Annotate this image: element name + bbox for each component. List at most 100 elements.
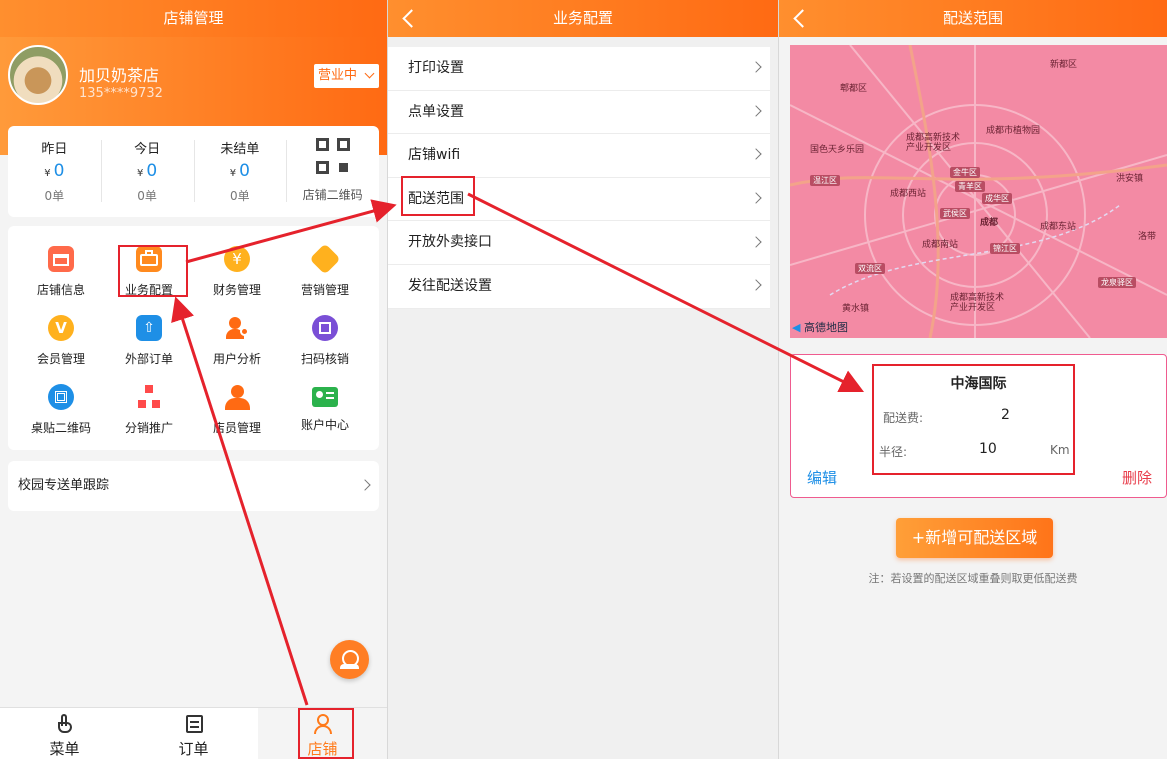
grid-item-table-qr[interactable]: 桌贴二维码 xyxy=(17,384,105,436)
grid-item-account-center[interactable]: 账户中心 xyxy=(281,384,369,433)
stat-title: 未结单 xyxy=(220,142,260,157)
grid-label: 桌贴二维码 xyxy=(30,421,91,435)
business-config-screen: 业务配置 打印设置 点单设置 店铺wifi 配送范围 开放外卖接口 发往配送设置 xyxy=(388,0,778,759)
stat-yesterday[interactable]: 昨日 ¥0 0单 xyxy=(8,126,101,217)
tab-orders[interactable]: 订单 xyxy=(129,708,258,759)
store-management-screen: 店铺管理 加贝奶茶店 135****9732 营业中 昨日 ¥0 0单 今日 ¥… xyxy=(0,0,387,759)
vip-badge-icon: V xyxy=(48,315,74,341)
map-district-badge: 成华区 xyxy=(982,193,1012,204)
map-label: 成都高新技术产业开发区 xyxy=(950,293,1005,313)
grid-label: 营销管理 xyxy=(300,283,349,297)
grid-label: 扫码核销 xyxy=(300,352,349,366)
stats-card: 昨日 ¥0 0单 今日 ¥0 0单 未结单 ¥0 0单 店铺二维码 xyxy=(8,126,379,217)
map-district-badge: 双流区 xyxy=(855,263,885,274)
edit-button[interactable]: 编辑 xyxy=(807,467,837,488)
map-district-badge: 武侯区 xyxy=(940,208,970,219)
map-district-badge: 锦江区 xyxy=(990,243,1020,254)
chevron-right-icon xyxy=(359,479,371,491)
stat-count: 0单 xyxy=(230,189,250,203)
customer-service-button[interactable] xyxy=(330,640,369,679)
add-delivery-zone-button[interactable]: +新增可配送区域 xyxy=(896,518,1053,558)
stat-unsettled[interactable]: 未结单 ¥0 0单 xyxy=(193,126,287,217)
chevron-right-icon xyxy=(750,61,762,73)
grid-label: 账户中心 xyxy=(300,418,349,432)
map-label: 国色天乡乐园 xyxy=(810,145,865,155)
map-label: 成都高新技术产业开发区 xyxy=(906,133,961,153)
menu-item-order-settings[interactable]: 点单设置 xyxy=(388,91,770,135)
stat-value: 0 xyxy=(146,161,158,181)
back-icon[interactable] xyxy=(791,0,811,37)
shop-name: 加贝奶茶店 xyxy=(79,66,160,85)
stat-today[interactable]: 今日 ¥0 0单 xyxy=(100,126,194,217)
currency-symbol: ¥ xyxy=(44,168,51,179)
delete-button[interactable]: 删除 xyxy=(1122,467,1152,488)
qr-code-icon xyxy=(48,384,74,410)
scan-icon xyxy=(312,315,338,341)
delivery-zone-map[interactable]: 郫都区 新都区 成都市植物园 国色天乡乐园 成都高新技术产业开发区 温江区 成都… xyxy=(790,45,1167,338)
store-qr-code-button[interactable]: 店铺二维码 xyxy=(286,126,379,217)
grid-item-store-info[interactable]: 店铺信息 xyxy=(17,246,105,298)
grid-label: 外部订单 xyxy=(124,352,173,366)
grid-item-user-analysis[interactable]: 用户分析 xyxy=(193,315,281,367)
business-status-select[interactable]: 营业中 xyxy=(314,64,379,88)
menu-label: 点单设置 xyxy=(408,103,464,120)
grid-item-distribution[interactable]: 分销推广 xyxy=(105,384,193,436)
map-label: 郫都区 xyxy=(840,84,868,94)
menu-label: 打印设置 xyxy=(408,60,464,76)
page-title-text: 配送范围 xyxy=(942,9,1003,27)
map-label: 成都东站 xyxy=(1040,222,1077,232)
grid-label: 用户分析 xyxy=(212,352,261,366)
grid-item-marketing[interactable]: 营销管理 xyxy=(281,243,369,298)
status-label: 营业中 xyxy=(318,68,358,83)
grid-item-staff[interactable]: 店员管理 xyxy=(193,384,281,436)
grid-label: 财务管理 xyxy=(212,283,261,297)
navigation-arrow-icon: ◀ xyxy=(792,321,801,334)
tab-label: 菜单 xyxy=(49,740,80,758)
map-district-badge: 温江区 xyxy=(810,175,840,186)
grid-label: 店铺信息 xyxy=(36,283,85,297)
grid-item-members[interactable]: V 会员管理 xyxy=(17,315,105,367)
grid-item-scan-verify[interactable]: 扫码核销 xyxy=(281,315,369,367)
map-label: 新都区 xyxy=(1050,60,1078,70)
campus-delivery-tracking-row[interactable]: 校园专送单跟踪 xyxy=(8,461,379,511)
page-title-text: 业务配置 xyxy=(552,9,613,27)
grid-label: 会员管理 xyxy=(36,352,85,366)
grid-item-external-orders[interactable]: ⇧ 外部订单 xyxy=(105,315,193,367)
shop-phone: 135****9732 xyxy=(79,86,163,101)
stat-title: 昨日 xyxy=(41,142,68,157)
staff-icon xyxy=(224,384,250,410)
highlight-business-config xyxy=(118,245,188,297)
yuan-coin-icon: ¥ xyxy=(224,246,250,272)
map-label: 洪安镇 xyxy=(1116,174,1144,184)
chevron-right-icon xyxy=(750,236,762,248)
stat-title: 今日 xyxy=(134,142,161,157)
map-provider-logo: ◀ 高德地图 xyxy=(792,319,848,335)
stat-count: 0单 xyxy=(137,189,157,203)
grid-item-finance[interactable]: ¥ 财务管理 xyxy=(193,246,281,298)
function-grid: 店铺信息 业务配置 ¥ 财务管理 营销管理 V 会员管理 ⇧ 外部订单 用户分析… xyxy=(8,226,379,450)
chevron-down-icon xyxy=(364,68,375,79)
map-label: 黄水镇 xyxy=(842,304,870,314)
screenshot-root: 店铺管理 加贝奶茶店 135****9732 营业中 昨日 ¥0 0单 今日 ¥… xyxy=(0,0,1167,759)
menu-item-print-settings[interactable]: 打印设置 xyxy=(388,47,770,91)
menu-item-open-takeaway-api[interactable]: 开放外卖接口 xyxy=(388,221,770,265)
map-label: 成都市植物园 xyxy=(986,126,1041,136)
order-list-icon xyxy=(184,714,204,734)
tab-menu[interactable]: 菜单 xyxy=(0,708,129,759)
back-icon[interactable] xyxy=(400,0,420,37)
chevron-right-icon xyxy=(750,192,762,204)
highlight-delivery-range xyxy=(401,176,475,216)
avatar[interactable] xyxy=(8,45,68,105)
menu-item-store-wifi[interactable]: 店铺wifi xyxy=(388,134,770,178)
page-title: 店铺管理 xyxy=(0,0,387,37)
map-label: 成都 xyxy=(980,218,999,228)
page-title: 业务配置 xyxy=(388,0,778,37)
page-title: 配送范围 xyxy=(779,0,1167,37)
id-card-icon xyxy=(312,387,338,407)
menu-item-dispatch-settings[interactable]: 发往配送设置 xyxy=(388,265,770,309)
tap-hand-icon xyxy=(55,714,75,734)
grid-label: 店员管理 xyxy=(212,421,261,435)
menu-label: 发往配送设置 xyxy=(408,277,492,294)
tag-icon xyxy=(309,243,341,275)
qr-label: 店铺二维码 xyxy=(302,188,363,202)
